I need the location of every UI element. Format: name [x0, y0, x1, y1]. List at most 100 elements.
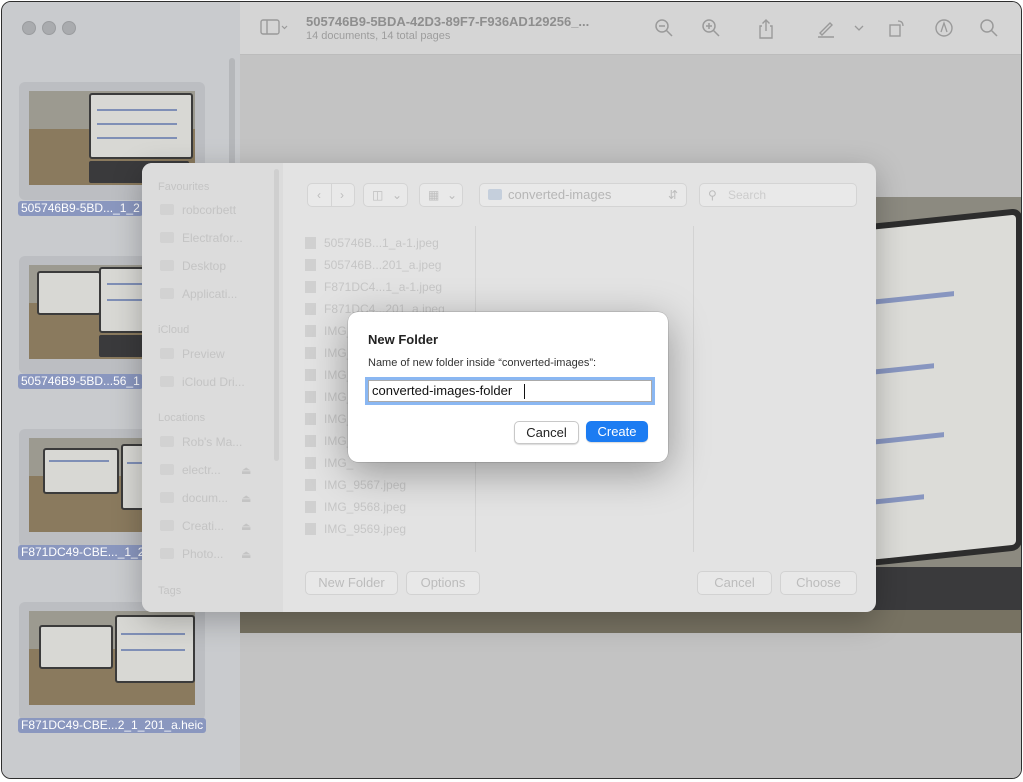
document-photo-strip: [240, 610, 1021, 633]
thumbnail-label[interactable]: 505746B9-5BD..._1_2: [18, 201, 143, 216]
file-row[interactable]: 505746B...201_a.jpeg: [305, 258, 441, 272]
create-button[interactable]: Create: [586, 421, 648, 442]
file-row[interactable]: IMG_: [305, 346, 353, 360]
image-file-icon: [305, 281, 316, 293]
share-icon[interactable]: [756, 18, 776, 39]
forward-chevron-icon[interactable]: ›: [340, 184, 344, 206]
image-file-icon: [305, 391, 316, 403]
column-view-button[interactable]: ◫ ⌄: [363, 183, 408, 207]
cloud-icon: [160, 376, 174, 387]
rotate-icon[interactable]: [887, 18, 907, 38]
zoom-window-button[interactable]: [62, 21, 76, 35]
image-file-icon: [305, 413, 316, 425]
image-file-icon: [305, 523, 316, 535]
chevron-down-icon: ⌄: [447, 188, 458, 202]
image-file-icon: [305, 457, 316, 469]
text-cursor: [524, 384, 525, 399]
file-row[interactable]: IMG_: [305, 390, 353, 404]
search-field[interactable]: ⚲ Search: [699, 183, 857, 207]
drive-icon: [160, 492, 174, 503]
sidebar-item-desktop[interactable]: Desktop: [160, 259, 226, 273]
sidebar-item-robcorbett[interactable]: robcorbett: [160, 203, 236, 217]
close-window-button[interactable]: [22, 21, 36, 35]
computer-icon: [160, 436, 174, 447]
location-label: converted-images: [508, 187, 612, 202]
sidebar-item-electr[interactable]: electr...: [160, 463, 221, 477]
sidebar-item-docum[interactable]: docum...: [160, 491, 228, 505]
icloud-header: iCloud: [158, 324, 190, 336]
annotate-icon[interactable]: [934, 18, 954, 38]
file-row[interactable]: IMG_9567.jpeg: [305, 478, 406, 492]
file-row[interactable]: IMG_: [305, 456, 353, 470]
markup-pen-icon[interactable]: [816, 18, 836, 38]
image-file-icon: [305, 501, 316, 513]
new-folder-button[interactable]: New Folder: [305, 571, 398, 595]
sidebar-toggle-icon[interactable]: [260, 18, 288, 38]
sheet-sidebar: Favourites robcorbett Electrafor... Desk…: [142, 163, 283, 612]
file-row[interactable]: IMG_9569.jpeg: [305, 522, 406, 536]
sidebar-item-preview[interactable]: Preview: [160, 347, 225, 361]
file-row[interactable]: 505746B...1_a-1.jpeg: [305, 236, 439, 250]
drive-icon: [160, 464, 174, 475]
folder-name-value: converted-images-folder: [372, 383, 513, 398]
document-subtitle: 14 documents, 14 total pages: [306, 30, 451, 42]
options-button[interactable]: Options: [406, 571, 480, 595]
desktop-icon: [160, 260, 174, 271]
folder-name-input[interactable]: converted-images-folder: [365, 377, 655, 405]
dialog-title: New Folder: [368, 332, 439, 347]
thumbnail-label[interactable]: F871DC49-CBE...2_1_201_a.heic: [18, 718, 207, 733]
file-row[interactable]: IMG_: [305, 368, 353, 382]
back-chevron-icon[interactable]: ‹: [317, 184, 321, 206]
toolbar: 505746B9-5BDA-42D3-89F7-F936AD129256_...…: [240, 2, 1021, 55]
home-icon: [160, 204, 174, 215]
image-file-icon: [305, 325, 316, 337]
minimize-window-button[interactable]: [42, 21, 56, 35]
eject-icon[interactable]: ⏏: [241, 520, 251, 533]
sidebar-item-applications[interactable]: Applicati...: [160, 287, 237, 301]
sidebar-item-creati[interactable]: Creati...: [160, 519, 224, 533]
markup-menu-chevron-icon[interactable]: [852, 18, 866, 38]
file-row[interactable]: IMG_: [305, 434, 353, 448]
zoom-out-icon[interactable]: [654, 18, 674, 38]
thumbnail-4[interactable]: [19, 602, 205, 720]
chevron-down-icon: ⌄: [392, 188, 403, 202]
cloud-folder-icon: [160, 348, 174, 359]
eject-icon[interactable]: ⏏: [241, 548, 251, 561]
thumbnail-image: [29, 611, 195, 705]
columns-icon: ◫: [372, 188, 384, 202]
image-file-icon: [305, 303, 316, 315]
thumbnail-label[interactable]: 505746B9-5BD...56_1: [18, 374, 143, 389]
file-row[interactable]: F871DC4...1_a-1.jpeg: [305, 280, 442, 294]
file-row[interactable]: IMG_: [305, 324, 353, 338]
grid-icon: ▦: [428, 188, 440, 202]
eject-icon[interactable]: ⏏: [241, 492, 251, 505]
sidebar-item-icloud-drive[interactable]: iCloud Dri...: [160, 375, 245, 389]
sidebar-item-rob-mac[interactable]: Rob's Ma...: [160, 435, 242, 449]
sheet-sidebar-scrollbar[interactable]: [274, 169, 279, 461]
file-row[interactable]: IMG_9568.jpeg: [305, 500, 406, 514]
file-row[interactable]: IMG_: [305, 412, 353, 426]
folder-icon: [488, 189, 502, 200]
image-file-icon: [305, 237, 316, 249]
cancel-button[interactable]: Cancel: [514, 421, 579, 444]
search-icon[interactable]: [979, 18, 999, 38]
eject-icon[interactable]: ⏏: [241, 464, 251, 477]
tags-header: Tags: [158, 585, 182, 597]
favourites-header: Favourites: [158, 181, 210, 193]
image-file-icon: [305, 347, 316, 359]
group-view-button[interactable]: ▦ ⌄: [419, 183, 463, 207]
column-divider[interactable]: [693, 226, 694, 552]
zoom-in-icon[interactable]: [701, 18, 721, 38]
back-forward-control[interactable]: ‹ ›: [307, 183, 355, 207]
sheet-cancel-button[interactable]: Cancel: [697, 571, 772, 595]
sidebar-item-electrafor[interactable]: Electrafor...: [160, 231, 243, 245]
location-popup[interactable]: converted-images ⇵: [479, 183, 687, 207]
thumbnail-label[interactable]: F871DC49-CBE..._1_2: [18, 545, 148, 560]
document-title: 505746B9-5BDA-42D3-89F7-F936AD129256_...: [306, 14, 590, 29]
drive-icon: [160, 548, 174, 559]
search-icon: ⚲: [708, 188, 717, 202]
new-folder-dialog: New Folder Name of new folder inside “co…: [348, 312, 668, 462]
choose-button[interactable]: Choose: [780, 571, 857, 595]
folder-icon: [160, 232, 174, 243]
sidebar-item-photo[interactable]: Photo...: [160, 547, 223, 561]
